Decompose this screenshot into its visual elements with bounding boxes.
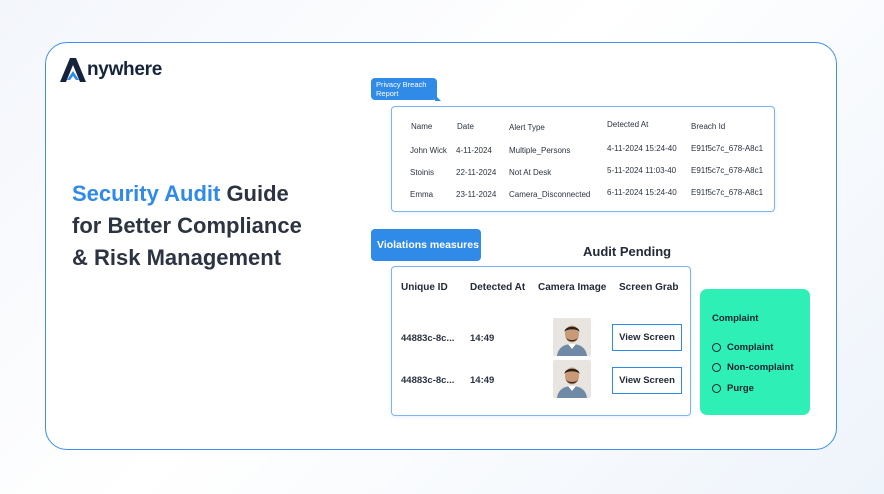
violations-col-unique-id: Unique ID (401, 282, 448, 293)
privacy-row2-detected: 5-11-2024 11:03-40 (607, 166, 677, 175)
privacy-row1-detected: 4-11-2024 15:24-40 (607, 144, 677, 153)
complaint-panel: Complaint Complaint Non-complaint Purge (700, 289, 810, 415)
privacy-breach-tag: Privacy Breach Report (371, 78, 441, 101)
purge-option-label: Purge (727, 383, 754, 394)
radio-icon[interactable] (712, 363, 721, 372)
view-screen-button[interactable]: View Screen (612, 367, 682, 394)
complaint-option[interactable]: Complaint (712, 342, 773, 353)
radio-icon[interactable] (712, 343, 721, 352)
privacy-row2-date: 22-11-2024 (456, 168, 497, 177)
purge-option[interactable]: Purge (712, 383, 754, 394)
privacy-row3-breach-id: E91f5c7c_678-A8c1 (691, 188, 764, 197)
headline-line1-rest: Guide (220, 181, 289, 206)
headline-line2: for Better Compliance (72, 213, 302, 238)
privacy-col-detected-at: Detected At (607, 120, 649, 129)
privacy-row3-alert: Camera_Disconnected (509, 190, 591, 199)
headline-accent: Security Audit (72, 181, 221, 206)
non-complaint-option-label: Non-complaint (727, 362, 794, 373)
audit-pending-title: Audit Pending (583, 244, 672, 259)
violations-col-detected-at: Detected At (470, 282, 526, 293)
violations-col-screen-grab: Screen Grab (619, 282, 679, 293)
violations-row2-time: 14:49 (470, 375, 495, 386)
headline-line3: & Risk Management (72, 245, 282, 270)
privacy-col-alert-type: Alert Type (509, 123, 545, 132)
violations-row2-id: 44883c-8c... (401, 375, 455, 386)
privacy-row2-alert: Not At Desk (509, 168, 552, 177)
violations-row1-id: 44883c-8c... (401, 333, 455, 344)
view-screen-button[interactable]: View Screen (612, 324, 682, 351)
privacy-row1-date: 4-11-2024 (456, 146, 492, 155)
privacy-col-date: Date (457, 122, 474, 131)
privacy-row3-date: 23-11-2024 (456, 190, 497, 199)
non-complaint-option[interactable]: Non-complaint (712, 362, 794, 373)
radio-icon[interactable] (712, 384, 721, 393)
privacy-row2-breach-id: E91f5c7c_678-A8c1 (691, 166, 764, 175)
violations-measures-tag: Violations measures (371, 229, 481, 261)
person-photo-icon (553, 318, 591, 356)
privacy-row3-detected: 6-11-2024 15:24-40 (607, 188, 677, 197)
page-headline: Security Audit Guide for Better Complian… (72, 178, 352, 274)
privacy-col-name: Name (411, 122, 433, 131)
privacy-row1-name: John Wick (410, 146, 447, 155)
brand-logo: nywhere (60, 58, 162, 82)
privacy-row1-breach-id: E91f5c7c_678-A8c1 (691, 144, 764, 153)
camera-image-avatar (553, 318, 591, 356)
camera-image-avatar (553, 360, 591, 398)
complaint-option-label: Complaint (727, 342, 774, 353)
anywhere-logo-icon (60, 58, 86, 82)
brand-name: nywhere (87, 59, 162, 80)
violations-col-camera-image: Camera Image (538, 282, 607, 293)
person-photo-icon (553, 360, 591, 398)
complaint-title: Complaint (712, 313, 759, 324)
privacy-col-breach-id: Breach Id (691, 122, 726, 131)
privacy-row2-name: Stoinis (410, 168, 435, 177)
privacy-row3-name: Emma (410, 190, 434, 199)
violations-row1-time: 14:49 (470, 333, 495, 344)
privacy-row1-alert: Multiple_Persons (509, 146, 571, 155)
